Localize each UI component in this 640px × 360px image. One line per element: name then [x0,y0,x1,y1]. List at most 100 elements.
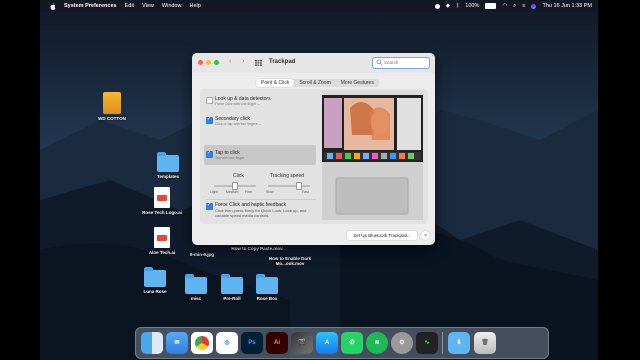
desktop-icon-templates[interactable]: Templates [141,152,195,179]
secondary-click-checkbox[interactable] [206,116,213,124]
forward-arrow-icon[interactable]: › [242,58,244,65]
record-icon[interactable] [434,3,440,9]
desktop-icon-label: Rose Box [256,296,278,301]
menu-bar: System Preferences Edit View Window Help… [40,0,598,12]
desktop-icon-label: Luna Rose [143,289,167,294]
click-tick-light: Light [210,190,218,194]
back-arrow-icon[interactable]: ‹ [229,58,231,65]
desktop-icon-dark-mode-mov[interactable]: How to Enable Dark Mo...ook.mov [262,256,318,266]
desktop-icon-label: How to Enable Dark Mo...ook.mov [268,256,312,266]
desktop-icon-rose-box[interactable]: Rose Box [240,274,294,301]
tracking-tick-slow: Slow [266,190,274,194]
tab-more-gestures[interactable]: More Gestures [336,79,379,87]
tap-to-click-checkbox[interactable] [206,150,213,158]
system-preferences-icon[interactable]: ⚙ [391,332,413,354]
bluetooth-icon[interactable]: ᛒ [456,3,459,9]
whatsapp-icon[interactable]: ✆ [341,332,363,354]
option-force-click[interactable]: Force Click and haptic feedback Click th… [206,202,318,218]
dock: ✉ ◎ Ps Ai 🎬 A ✆ ≋ ⚙ ∿ ⬇ 🗑 [135,327,549,359]
siri-icon[interactable] [531,3,537,9]
option-subtitle: Click then press firmly for Quick Look, … [215,208,307,218]
click-pressure-slider[interactable] [214,182,256,190]
desktop-icon-drive[interactable]: WD COTTON [85,92,139,121]
folder-icon [256,274,278,294]
preview-video-image [322,90,423,215]
tracking-tick-fast: Fast [302,190,309,194]
safari-icon[interactable]: ◎ [216,332,238,354]
battery-icon [485,3,497,9]
desktop-icon-rose-tech-logo[interactable]: Rose Tech Logo.ai [135,187,189,215]
desktop-icon-label: Rose Tech Logo.ai [142,210,182,215]
activity-monitor-icon[interactable]: ∿ [416,332,438,354]
look-up-checkbox[interactable] [206,97,213,104]
menu-view[interactable]: View [142,0,154,12]
option-subtitle: Tap with one finger [215,156,245,160]
gesture-preview [322,90,423,220]
divider [206,199,316,200]
control-center-icon[interactable]: ≡ [522,3,525,9]
force-click-checkbox[interactable] [206,202,213,210]
desktop: System Preferences Edit View Window Help… [40,0,598,360]
search-field[interactable] [372,57,430,69]
menu-edit[interactable]: Edit [125,0,134,12]
secondary-click-gesture-dropdown[interactable]: Click or tap with two fingers ⌄ [215,122,262,126]
dock-separator [442,332,443,354]
ai-file-icon [154,227,170,248]
desktop-icon-label: How to Copy Paste.mov [231,246,283,251]
wifi-icon[interactable]: ◠ [502,3,507,9]
desktop-icon-label: Templates [157,174,179,179]
trackpad-preferences-window: ‹ › Trackpad Point & Click Scroll & Zoom… [192,53,435,245]
desktop-icon-label: Aloe Tech.ai [148,250,176,255]
folder-icon [185,274,207,294]
tab-scroll-and-zoom[interactable]: Scroll & Zoom [294,79,335,87]
apple-menu-icon[interactable] [50,2,56,10]
click-slider-label: Click [233,173,244,179]
tracking-speed-slider[interactable] [268,182,310,190]
minimize-button[interactable] [206,60,211,65]
desktop-icon-aloe-tech[interactable]: Aloe Tech.ai [135,227,189,255]
show-all-grid-icon[interactable] [255,60,262,66]
menu-app-name[interactable]: System Preferences [64,0,117,12]
menu-window[interactable]: Window [162,0,182,12]
downloads-folder-icon[interactable]: ⬇ [448,332,470,354]
finder-icon[interactable] [141,332,163,354]
ai-file-icon [154,187,170,208]
option-tap-to-click[interactable]: Tap to click Tap with one finger [206,150,244,160]
close-button[interactable] [198,60,203,65]
external-drive-icon [103,92,121,114]
search-icon [376,59,383,66]
dropbox-icon[interactable]: ◆ [446,3,450,9]
photoshop-icon[interactable]: Ps [241,332,263,354]
set-up-bluetooth-trackpad-button[interactable]: Set Up Bluetooth Trackpad... [347,231,417,240]
desktop-icon-jpg[interactable]: 6-min-6.jpg [175,252,229,257]
trash-icon[interactable]: 🗑 [474,332,496,354]
app-store-icon[interactable]: A [316,332,338,354]
search-input[interactable] [384,59,424,66]
chrome-icon[interactable] [191,332,213,354]
slider-knob[interactable] [296,182,303,190]
search-menu-icon[interactable]: ⌕ [513,3,516,10]
desktop-icon-label: WD COTTON [98,116,126,121]
illustrator-icon[interactable]: Ai [266,332,288,354]
spotify-icon[interactable]: ≋ [366,332,388,354]
help-button[interactable]: ? [421,231,430,240]
folder-icon [144,267,166,287]
desktop-icon-label: misc [190,296,202,301]
option-look-up[interactable]: Look up & data detectors Force Click wit… [206,96,271,106]
menu-clock[interactable]: Thu 16 Jun 1:33 PM [542,3,592,9]
look-up-gesture-dropdown[interactable]: Force Click with one finger ⌄ [215,102,271,106]
battery-percent[interactable]: 100% [465,3,479,9]
desktop-icon-copy-paste-mov[interactable]: How to Copy Paste.mov [230,246,284,251]
final-cut-icon[interactable]: 🎬 [291,332,313,354]
mail-icon[interactable]: ✉ [166,332,188,354]
menu-help[interactable]: Help [189,0,200,12]
desktop-icon-label: 6-min-6.jpg [189,252,214,257]
window-titlebar: ‹ › Trackpad [192,53,435,73]
tab-bar: Point & Click Scroll & Zoom More Gesture… [256,79,379,87]
zoom-button[interactable] [214,60,219,65]
option-secondary-click[interactable]: Secondary click Click or tap with two fi… [206,116,262,126]
slider-knob[interactable] [232,182,238,190]
folder-icon [157,152,179,172]
tab-point-and-click[interactable]: Point & Click [256,79,295,87]
desktop-icon-label: Pre-Roll [223,296,241,301]
